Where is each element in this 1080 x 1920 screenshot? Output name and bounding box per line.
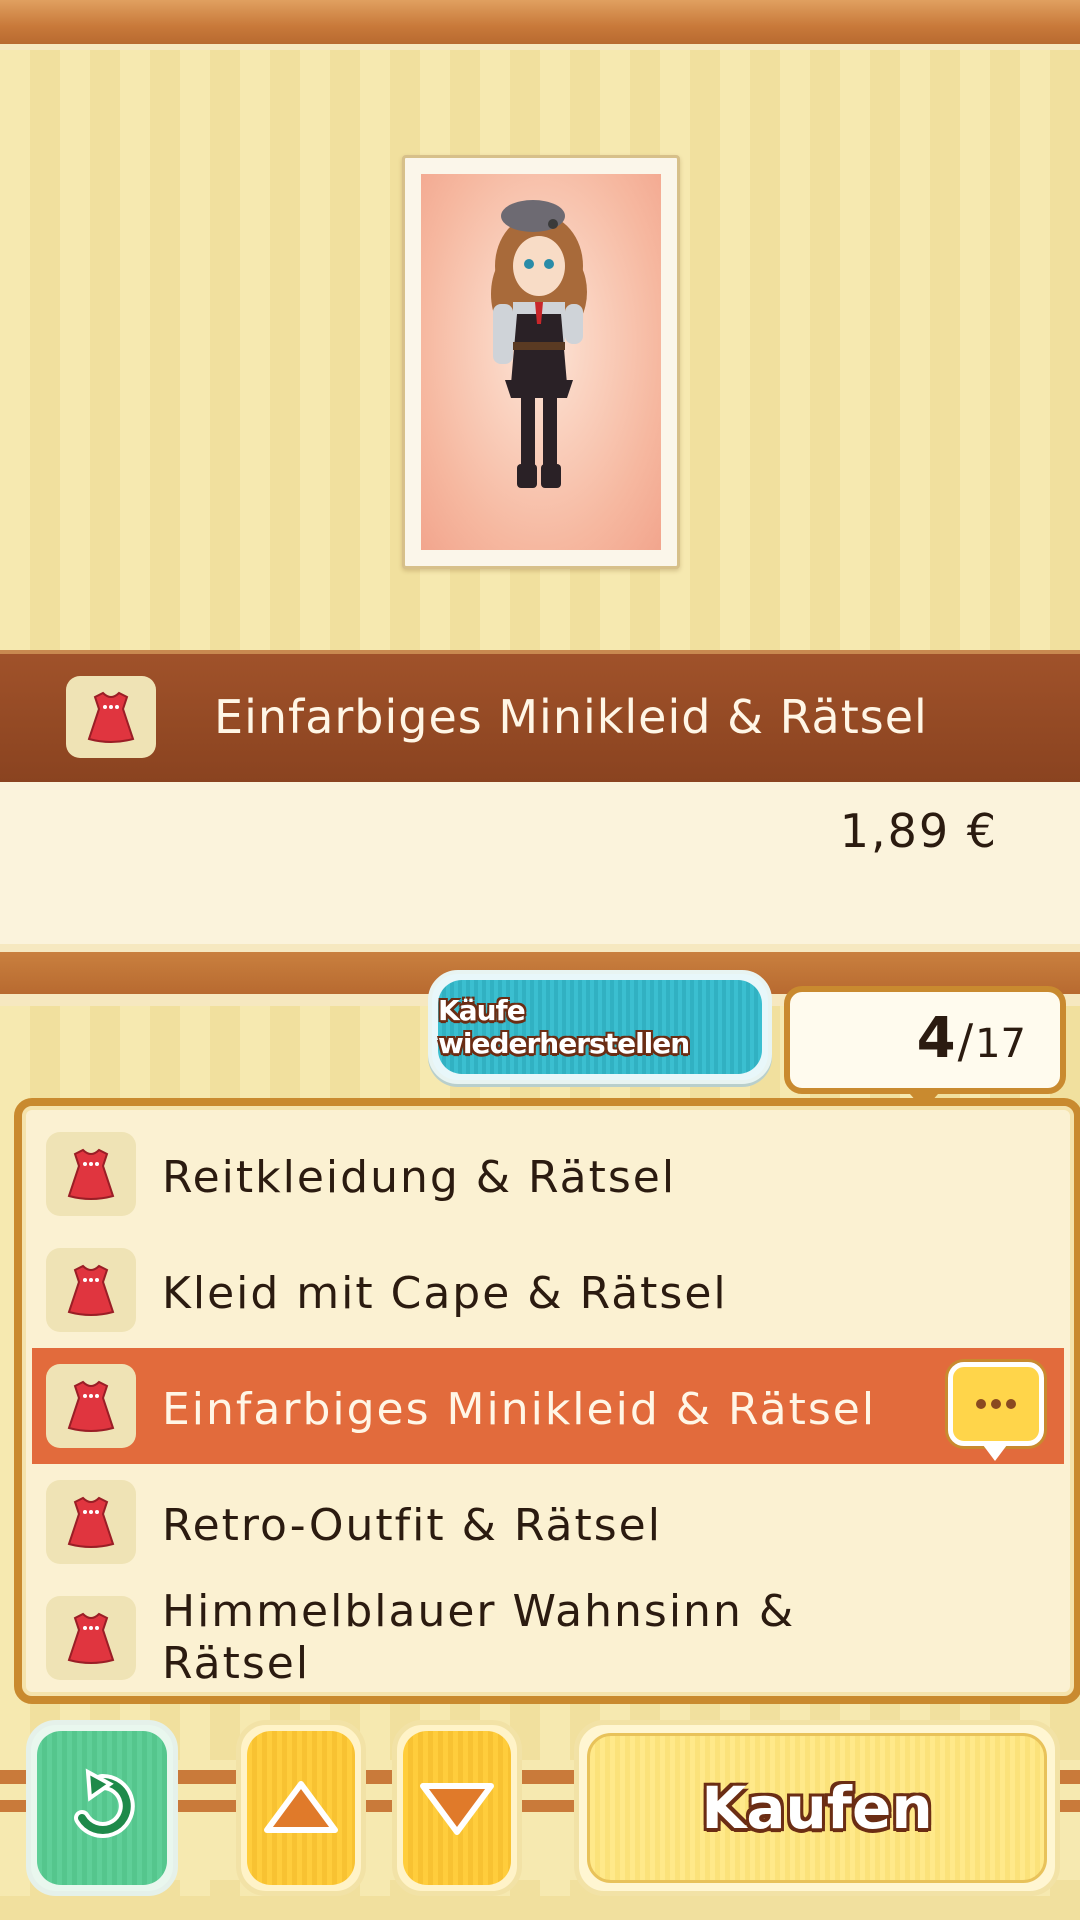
scroll-up-face <box>247 1731 355 1885</box>
buy-button-face: Kaufen <box>587 1733 1047 1883</box>
counter-text: 4/17 <box>917 1006 1026 1071</box>
outfit-preview-card <box>402 155 680 569</box>
counter-current: 4 <box>916 1006 956 1071</box>
scroll-down-button[interactable] <box>392 1720 522 1896</box>
character-figure-icon <box>491 200 587 488</box>
character-outfit-portrait <box>421 174 661 550</box>
scroll-up-button[interactable] <box>236 1720 366 1896</box>
restore-purchases-label: Käufe wiederherstellen <box>438 994 690 1060</box>
list-item-label: Kleid mit Cape & Rätsel <box>162 1268 728 1319</box>
triangle-down-icon <box>420 1783 494 1835</box>
bottom-bar <box>0 1896 1080 1920</box>
buy-button-label: Kaufen <box>701 1774 933 1842</box>
price-area: 1,89 € <box>0 782 1080 944</box>
triangle-up-icon <box>264 1781 338 1833</box>
list-item-label: Himmelblauer Wahnsinn & Rätsel <box>162 1586 796 1689</box>
list-item[interactable]: Himmelblauer Wahnsinn & Rätsel <box>32 1580 1064 1696</box>
back-button-face <box>37 1731 167 1885</box>
restore-purchases-face: Käufe wiederherstellen <box>438 980 762 1074</box>
dress-icon <box>46 1596 136 1680</box>
item-title: Einfarbiges Minikleid & Rätsel <box>214 690 928 744</box>
counter-separator: / <box>957 1014 974 1068</box>
item-title-banner: Einfarbiges Minikleid & Rätsel <box>0 650 1080 782</box>
dress-icon <box>46 1364 136 1448</box>
list-item-label: Einfarbiges Minikleid & Rätsel <box>162 1384 877 1435</box>
dress-icon <box>46 1480 136 1564</box>
list-item-label: Reitkleidung & Rätsel <box>162 1152 677 1203</box>
buy-button[interactable]: Kaufen <box>574 1720 1060 1896</box>
restore-purchases-button[interactable]: Käufe wiederherstellen <box>428 970 772 1084</box>
dress-icon <box>46 1132 136 1216</box>
counter-total: 17 <box>975 1021 1026 1067</box>
list-item[interactable]: Reitkleidung & Rätsel <box>32 1116 1064 1232</box>
list-item-selected[interactable]: Einfarbiges Minikleid & Rätsel <box>32 1348 1064 1464</box>
dress-icon <box>46 1248 136 1332</box>
chat-bubble-icon[interactable] <box>948 1362 1044 1461</box>
scroll-down-face <box>403 1731 511 1885</box>
back-arrow-icon <box>74 1768 135 1838</box>
top-border <box>0 0 1080 56</box>
list-item-label: Retro-Outfit & Rätsel <box>162 1500 662 1551</box>
page-counter: 4/17 <box>784 986 1066 1110</box>
item-list: Reitkleidung & Rätsel Kleid mit Cape & R… <box>14 1098 1080 1704</box>
back-button[interactable] <box>26 1720 178 1896</box>
dress-icon <box>66 676 156 758</box>
list-item[interactable]: Kleid mit Cape & Rätsel <box>32 1232 1064 1348</box>
list-item[interactable]: Retro-Outfit & Rätsel <box>32 1464 1064 1580</box>
item-price: 1,89 € <box>839 804 998 858</box>
